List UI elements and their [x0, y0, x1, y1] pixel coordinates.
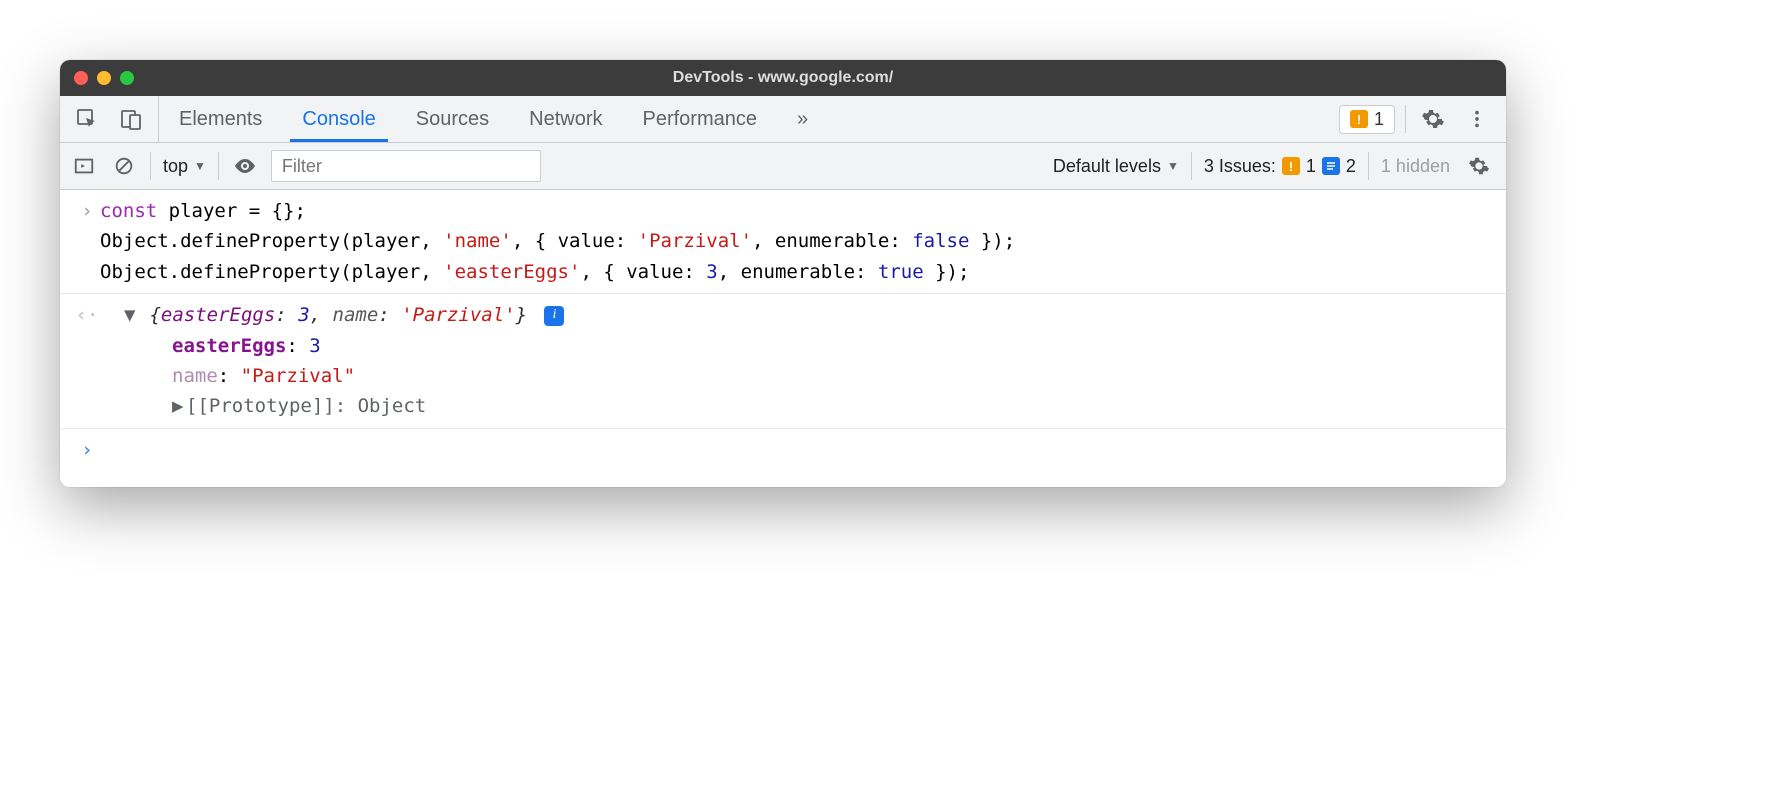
tab-console[interactable]: Console [282, 96, 395, 142]
prototype-line[interactable]: ▶[[Prototype]]: Object [124, 391, 564, 421]
live-expression-icon[interactable] [231, 149, 259, 183]
issues-badge[interactable]: ! 1 [1339, 105, 1395, 134]
context-selector[interactable]: top ▼ [163, 156, 206, 177]
main-tabbar: Elements Console Sources Network Perform… [60, 96, 1506, 143]
tabs-overflow[interactable]: » [777, 96, 828, 142]
code-input: const player = {}; Object.defineProperty… [100, 196, 1015, 287]
proto-value: Object [358, 395, 427, 417]
proto-key: [[Prototype]] [186, 395, 335, 417]
hidden-messages: 1 hidden [1381, 156, 1450, 177]
tabs: Elements Console Sources Network Perform… [159, 96, 828, 142]
issues-label: 3 Issues: [1204, 156, 1276, 177]
divider [218, 152, 219, 180]
clear-console-icon[interactable] [110, 149, 138, 183]
console-settings-icon[interactable] [1462, 149, 1496, 183]
zoom-window-button[interactable] [120, 71, 134, 85]
prompt-marker-icon: › [74, 435, 100, 465]
log-levels-selector[interactable]: Default levels ▼ [1053, 156, 1179, 177]
console-prompt-row[interactable]: › [60, 433, 1506, 467]
output-content: ▼ {easterEggs: 3, name: 'Parzival'} i ea… [100, 300, 564, 422]
device-toolbar-icon[interactable] [114, 102, 148, 136]
divider [1191, 152, 1192, 180]
tab-network[interactable]: Network [509, 96, 622, 142]
property-line[interactable]: easterEggs: 3 [124, 331, 564, 361]
console-output-row: ‹· ▼ {easterEggs: 3, name: 'Parzival'} i… [60, 298, 1506, 424]
info-count: 2 [1346, 156, 1356, 177]
devtools-window: DevTools - www.google.com/ Elements Cons… [60, 60, 1506, 487]
tab-label: Elements [179, 108, 262, 131]
issues-summary[interactable]: 3 Issues: ! 1 2 [1204, 156, 1356, 177]
caret-down-icon: ▼ [124, 300, 138, 330]
tab-label: Sources [416, 108, 489, 131]
property-value: "Parzival" [241, 365, 355, 387]
console-body: › const player = {}; Object.defineProper… [60, 190, 1506, 487]
context-label: top [163, 156, 188, 177]
object-summary-line[interactable]: ▼ {easterEggs: 3, name: 'Parzival'} i [124, 300, 564, 330]
output-marker-icon: ‹· [74, 300, 100, 422]
window-title: DevTools - www.google.com/ [60, 69, 1506, 87]
tab-elements[interactable]: Elements [159, 96, 282, 142]
issues-count: 1 [1374, 109, 1384, 130]
tabbar-right-tools: ! 1 [1327, 96, 1506, 142]
property-key: name [172, 365, 218, 387]
kebab-menu-icon[interactable] [1460, 102, 1494, 136]
warning-icon: ! [1350, 110, 1368, 128]
separator [60, 293, 1506, 294]
tab-label: Network [529, 108, 602, 131]
tab-sources[interactable]: Sources [396, 96, 509, 142]
info-icon[interactable]: i [544, 306, 564, 326]
caret-right-icon: ▶ [172, 391, 186, 421]
property-line-nonenumerable[interactable]: name: "Parzival" [124, 361, 564, 391]
tabbar-left-tools [60, 96, 159, 142]
filter-input[interactable] [271, 150, 541, 182]
warn-count: 1 [1306, 156, 1316, 177]
separator [60, 428, 1506, 429]
divider [1405, 105, 1406, 133]
input-marker-icon: › [74, 196, 100, 287]
chevron-down-icon: ▼ [194, 159, 206, 173]
tab-label: Console [302, 108, 375, 131]
tab-performance[interactable]: Performance [623, 96, 778, 142]
console-toolbar: top ▼ Default levels ▼ 3 Issues: ! 1 2 1… [60, 143, 1506, 190]
window-controls [60, 71, 134, 85]
close-window-button[interactable] [74, 71, 88, 85]
minimize-window-button[interactable] [97, 71, 111, 85]
divider [150, 152, 151, 180]
info-icon [1322, 157, 1340, 175]
tab-label: Performance [643, 108, 758, 131]
settings-icon[interactable] [1416, 102, 1450, 136]
inspect-element-icon[interactable] [70, 102, 104, 136]
titlebar: DevTools - www.google.com/ [60, 60, 1506, 96]
object-summary: {easterEggs: 3, name: 'Parzival'} [149, 304, 527, 326]
property-key: easterEggs [172, 335, 286, 357]
toggle-sidebar-icon[interactable] [70, 149, 98, 183]
divider [1368, 152, 1369, 180]
console-input-row: › const player = {}; Object.defineProper… [60, 194, 1506, 289]
property-value: 3 [309, 335, 320, 357]
warning-icon: ! [1282, 157, 1300, 175]
overflow-label: » [797, 108, 808, 131]
chevron-down-icon: ▼ [1167, 159, 1179, 173]
levels-label: Default levels [1053, 156, 1161, 177]
